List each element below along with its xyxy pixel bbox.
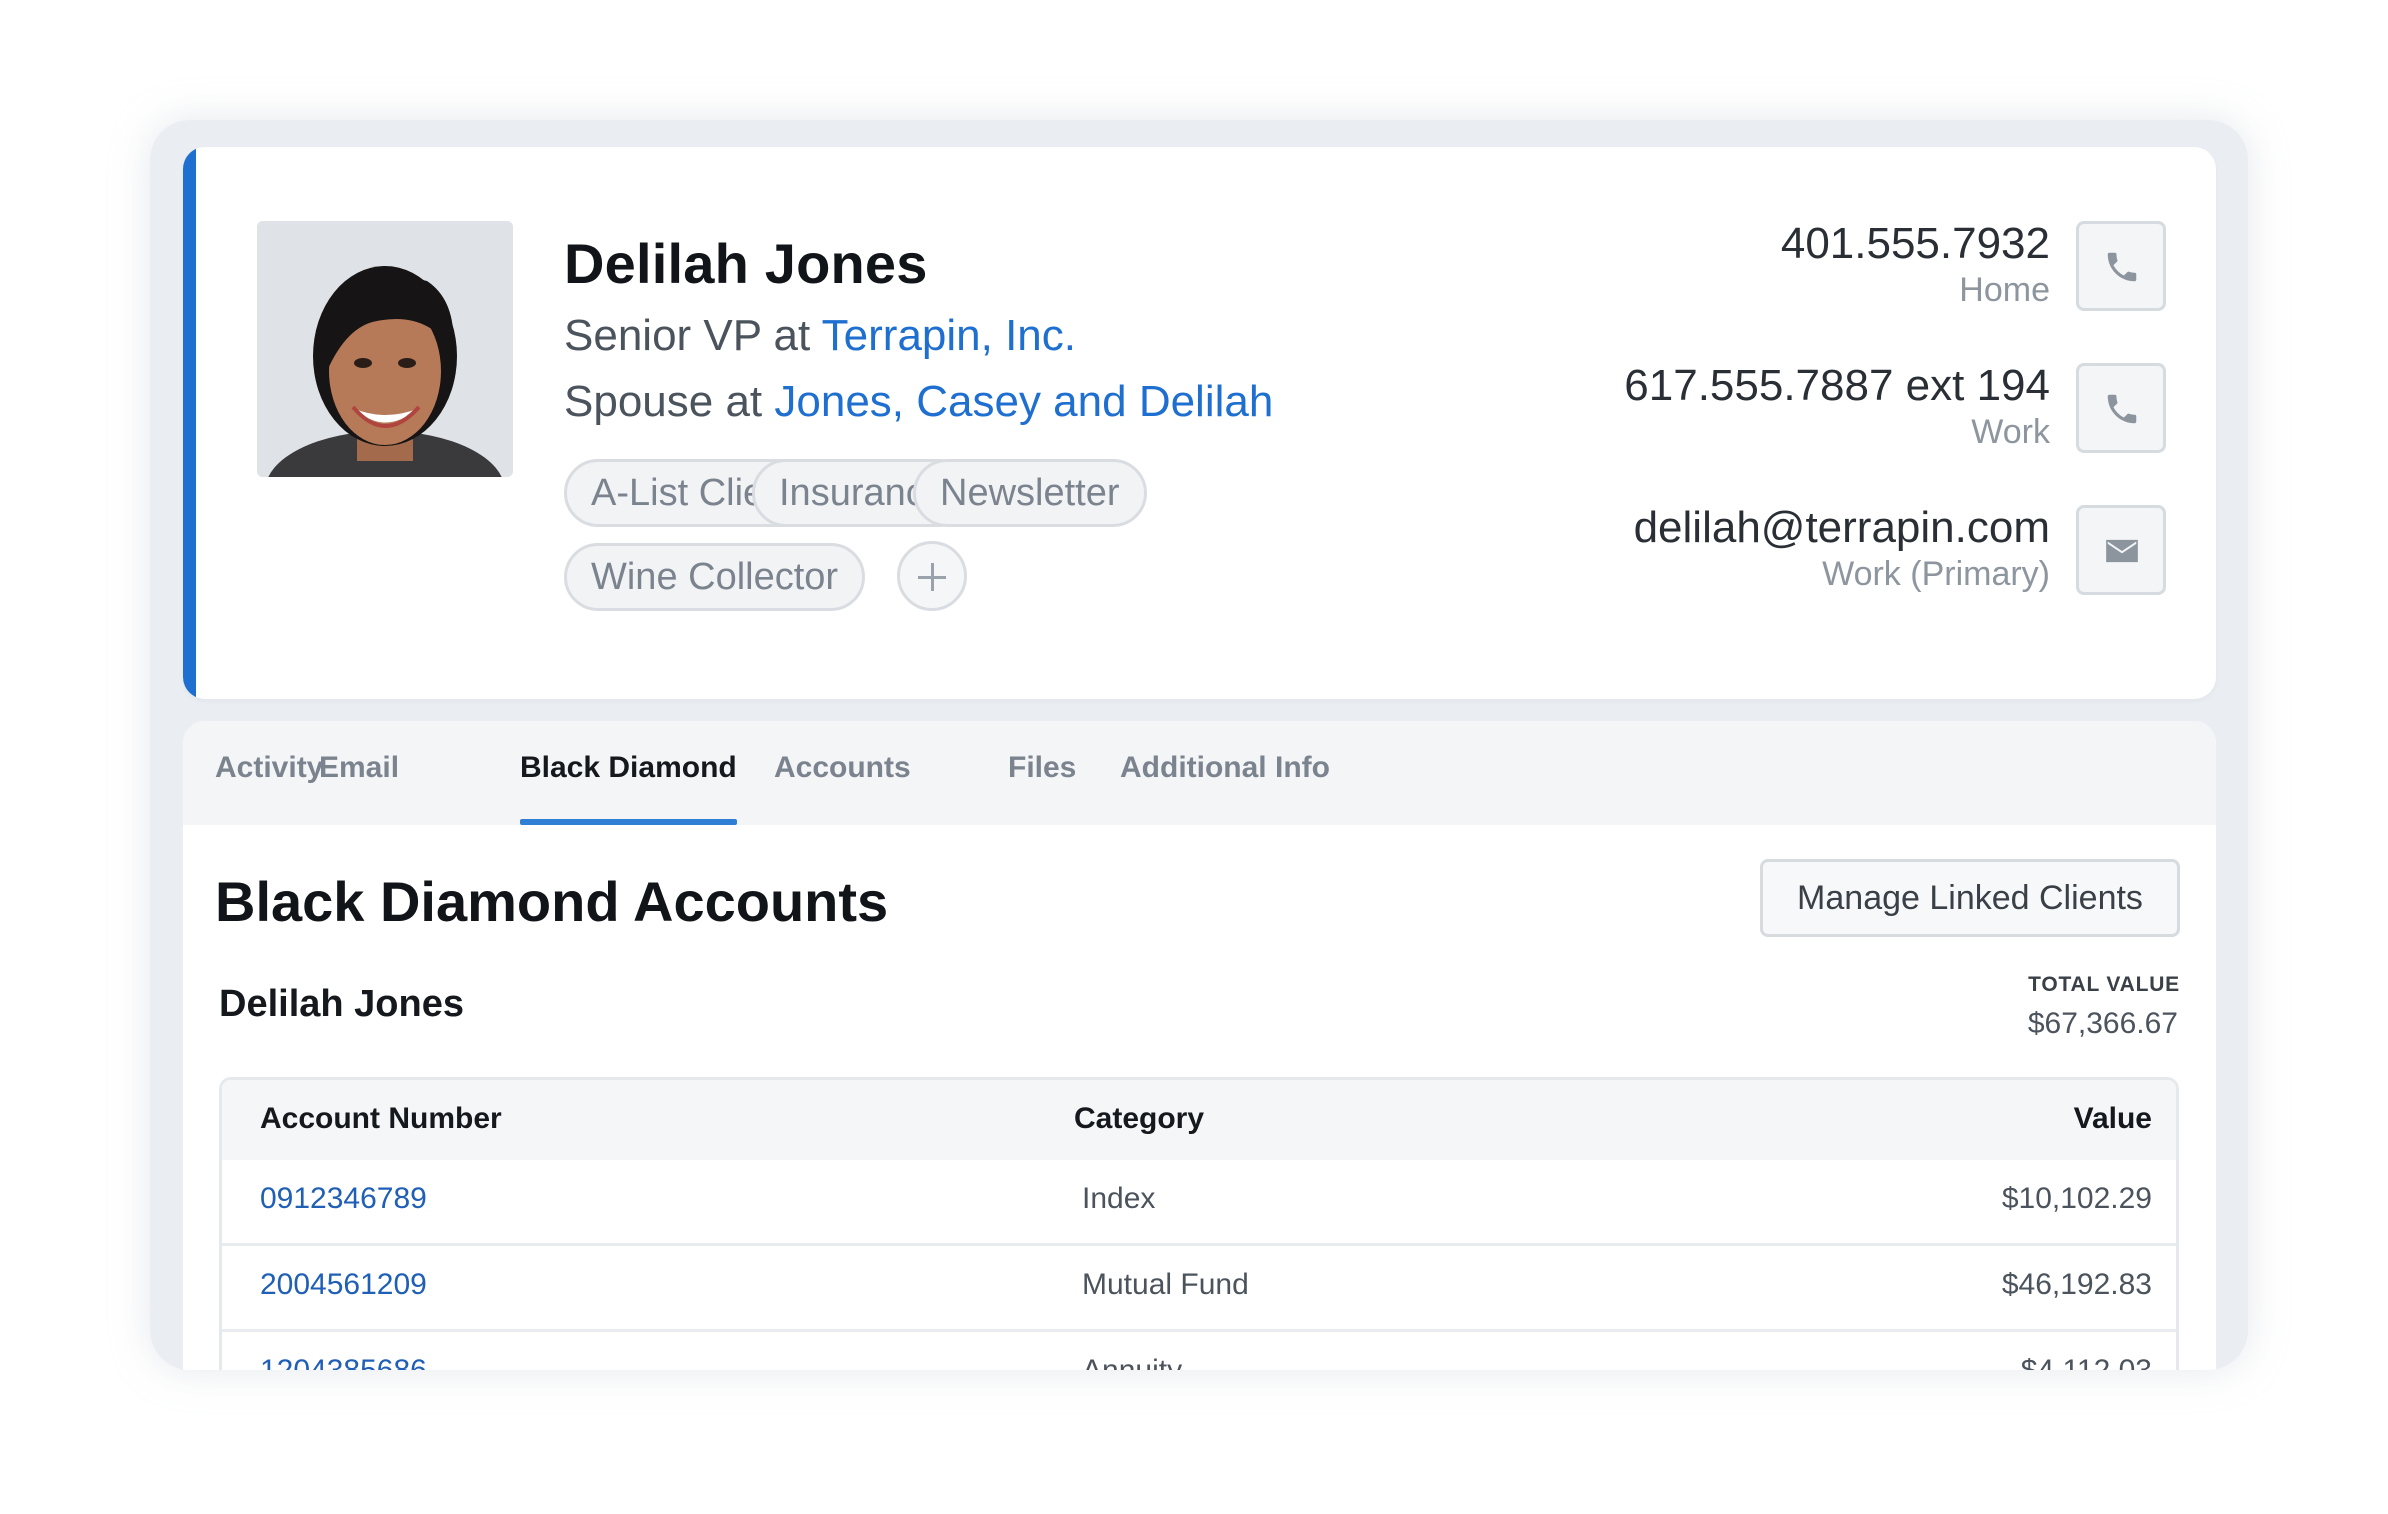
column-header-value[interactable]: Value (2074, 1102, 2152, 1136)
account-value: $4,112.03 (2021, 1354, 2152, 1370)
accounts-table: Account Number Category Value 0912346789… (219, 1077, 2179, 1370)
contact-work-phone: 617.555.7887 ext 194 Work (1624, 361, 2050, 452)
email-label: Work (Primary) (1822, 555, 2050, 593)
job-title: Senior VP at (564, 311, 822, 360)
detail-panel: Activity Email Black Diamond Accounts Fi… (183, 721, 2216, 1370)
call-work-button[interactable] (2076, 363, 2166, 453)
job-title-line: Senior VP at Terrapin, Inc. (564, 311, 1076, 361)
avatar-photo (257, 221, 513, 477)
profile-accent-bar (183, 147, 196, 699)
contact-name: Delilah Jones (564, 232, 928, 295)
phone-label: Work (1971, 413, 2050, 451)
table-header: Account Number Category Value (222, 1080, 2176, 1160)
table-row: 2004561209 Mutual Fund $46,192.83 (222, 1243, 2176, 1329)
tab-email[interactable]: Email (319, 751, 399, 785)
column-header-category[interactable]: Category (1074, 1102, 1204, 1136)
active-tab-indicator (520, 819, 737, 825)
total-value-label: TOTAL VALUE (2028, 973, 2180, 996)
profile-card: Delilah Jones Senior VP at Terrapin, Inc… (183, 147, 2216, 699)
contact-email: delilah@terrapin.com Work (Primary) (1634, 503, 2050, 594)
account-category: Mutual Fund (1082, 1268, 1249, 1301)
mail-icon (2106, 539, 2138, 563)
send-email-button[interactable] (2076, 505, 2166, 595)
call-home-button[interactable] (2076, 221, 2166, 311)
tab-accounts[interactable]: Accounts (774, 751, 911, 785)
tab-activity[interactable]: Activity (215, 751, 323, 785)
account-value: $46,192.83 (2001, 1268, 2152, 1301)
tag-wine-collector[interactable]: Wine Collector (564, 543, 866, 611)
phone-number[interactable]: 617.555.7887 ext 194 (1624, 361, 2050, 411)
phone-label: Home (1959, 271, 2050, 309)
phone-number[interactable]: 401.555.7932 (1781, 219, 2050, 269)
column-header-account-number[interactable]: Account Number (260, 1102, 502, 1136)
crm-window: Delilah Jones Senior VP at Terrapin, Inc… (150, 120, 2248, 1370)
tag-newsletter[interactable]: Newsletter (913, 459, 1147, 527)
account-number-link[interactable]: 0912346789 (260, 1182, 427, 1216)
client-name: Delilah Jones (219, 983, 464, 1025)
add-tag-button[interactable] (897, 541, 967, 611)
tab-additional-info[interactable]: Additional Info (1120, 751, 1330, 785)
total-value: $67,366.67 (2027, 1007, 2178, 1040)
company-link[interactable]: Terrapin, Inc. (822, 311, 1076, 360)
contact-home-phone: 401.555.7932 Home (1781, 219, 2050, 310)
account-category: Index (1082, 1182, 1156, 1215)
tab-black-diamond[interactable]: Black Diamond (520, 751, 737, 785)
household-link[interactable]: Jones, Casey and Delilah (774, 377, 1273, 426)
account-number-link[interactable]: 1204385686 (260, 1354, 427, 1370)
table-row: 0912346789 Index $10,102.29 (222, 1160, 2176, 1246)
manage-linked-clients-button[interactable]: Manage Linked Clients (1760, 859, 2180, 937)
tab-files[interactable]: Files (1008, 751, 1076, 785)
phone-icon (2107, 252, 2137, 282)
account-value: $10,102.29 (2001, 1182, 2152, 1215)
relationship-label: Spouse at (564, 377, 775, 426)
phone-icon (2107, 394, 2137, 424)
email-address[interactable]: delilah@terrapin.com (1634, 503, 2050, 553)
account-number-link[interactable]: 2004561209 (260, 1268, 427, 1302)
relationship-line: Spouse at Jones, Casey and Delilah (564, 377, 1273, 427)
account-category: Annuity (1082, 1354, 1182, 1370)
section-title: Black Diamond Accounts (215, 870, 889, 933)
tab-bar: Activity Email Black Diamond Accounts Fi… (183, 721, 2216, 825)
table-row: 1204385686 Annuity $4,112.03 (222, 1329, 2176, 1370)
avatar (257, 221, 513, 477)
